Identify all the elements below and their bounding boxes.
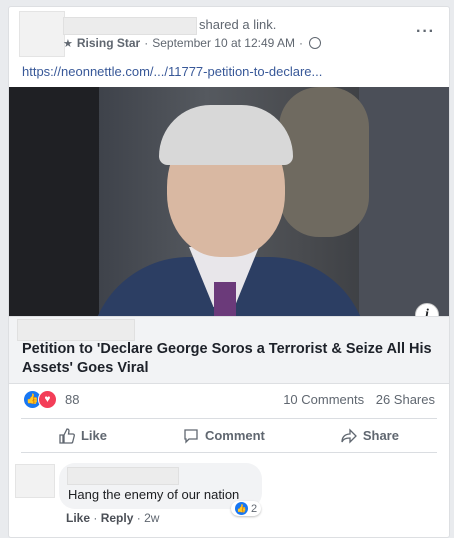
comment-button[interactable]: Comment	[183, 428, 265, 444]
comment-reactions[interactable]: 👍 2	[231, 501, 262, 516]
like-button[interactable]: Like	[59, 427, 107, 444]
page-name[interactable]: Rising Star	[77, 36, 140, 50]
meta-separator: ·	[299, 36, 303, 50]
comment-share-counts: 10 Comments 26 Shares	[283, 392, 435, 407]
love-reaction-icon: ♥	[38, 390, 57, 409]
reaction-count: 88	[65, 392, 80, 407]
link-preview-image[interactable]	[9, 87, 449, 316]
background-figure	[359, 87, 449, 316]
comment-like-link[interactable]: Like	[66, 511, 90, 525]
comments-count-link[interactable]: 10 Comments	[283, 392, 364, 407]
thumbs-up-icon	[59, 427, 75, 444]
poster-name-redacted[interactable]	[63, 17, 197, 35]
globe-icon	[309, 37, 321, 49]
share-icon	[341, 427, 357, 444]
background-figure	[279, 87, 369, 237]
subject-hair	[159, 105, 293, 165]
comment-reply-link[interactable]: Reply	[101, 511, 134, 525]
comment-bubble: Hang the enemy of our nation	[59, 463, 262, 509]
comment-icon	[184, 428, 198, 444]
subject-tie	[214, 282, 236, 316]
share-button-label: Share	[362, 428, 399, 443]
like-reaction-icon: 👍	[235, 502, 248, 515]
post-timestamp[interactable]: September 10 at 12:49 AM	[152, 36, 295, 50]
background-figure	[9, 87, 99, 316]
post-action-bar: Like Comment Share	[21, 418, 437, 453]
comment-button-label: Comment	[204, 428, 265, 443]
commenter-avatar[interactable]	[15, 464, 55, 498]
link-title[interactable]: Petition to 'Declare George Soros a Terr…	[22, 340, 437, 378]
post-stats: 👍 ♥ 88 10 Comments 26 Shares	[9, 390, 449, 412]
post-card: shared a link. ★ Rising Star · September…	[8, 6, 450, 538]
dot-separator: ·	[93, 511, 101, 525]
link-preview-box[interactable]: Petition to 'Declare George Soros a Terr…	[9, 316, 449, 384]
dot-separator: ·	[136, 511, 145, 525]
comment-actions: Like · Reply · 2w	[66, 511, 159, 525]
share-button[interactable]: Share	[341, 427, 399, 444]
poster-avatar[interactable]	[19, 11, 65, 57]
shared-label: shared a link.	[199, 17, 277, 32]
comment-text: Hang the enemy of our nation	[68, 487, 240, 502]
post-meta: ★ Rising Star · September 10 at 12:49 AM…	[63, 36, 321, 50]
commenter-name-redacted[interactable]	[67, 467, 179, 485]
reactions-summary[interactable]: 👍 ♥ 88	[23, 390, 79, 409]
more-options-button[interactable]: ···	[416, 23, 435, 41]
post-link[interactable]: https://neonnettle.com/.../11777-petitio…	[22, 64, 322, 79]
comment-reaction-count: 2	[251, 502, 258, 515]
meta-separator: ·	[144, 36, 149, 50]
star-icon: ★	[63, 37, 73, 50]
like-button-label: Like	[80, 428, 107, 443]
comment-age[interactable]: 2w	[144, 511, 159, 525]
link-domain-redacted	[17, 319, 135, 341]
shares-count-link[interactable]: 26 Shares	[376, 392, 435, 407]
